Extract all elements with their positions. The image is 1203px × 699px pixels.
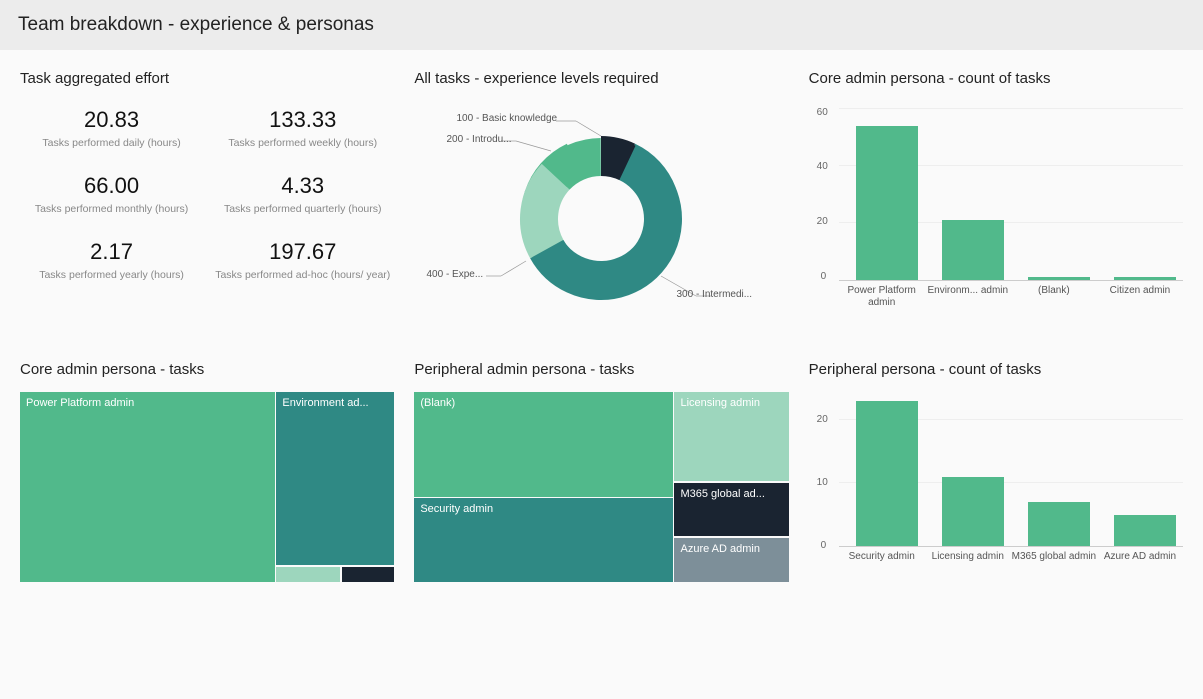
bar-aad[interactable]: [1114, 515, 1176, 546]
bar-security[interactable]: [856, 401, 918, 546]
tree-small-b[interactable]: [342, 567, 394, 582]
tree-label: Azure AD admin: [680, 543, 759, 555]
bar-m365[interactable]: [1028, 502, 1090, 546]
bar-cat: Security admin: [839, 546, 925, 563]
tile-donut-title: All tasks - experience levels required: [414, 70, 788, 87]
metric-yearly: 2.17 Tasks performed yearly (hours): [20, 239, 203, 281]
tile-effort-title: Task aggregated effort: [20, 70, 394, 87]
donut-chart[interactable]: 100 - Basic knowledge 200 - Introdu... 4…: [446, 101, 756, 331]
donut-label-200: 200 - Introdu...: [446, 134, 511, 145]
metric-monthly: 66.00 Tasks performed monthly (hours): [20, 173, 203, 215]
page-title: Team breakdown - experience & personas: [0, 0, 1203, 50]
tile-periph-tree-title: Peripheral admin persona - tasks: [414, 361, 788, 378]
tile-core-tree-title: Core admin persona - tasks: [20, 361, 394, 378]
metric-label: Tasks performed ad-hoc (hours/ year): [211, 269, 394, 281]
tree-small-a[interactable]: [276, 567, 340, 582]
bar-licensing[interactable]: [942, 477, 1004, 546]
y-tick: 0: [821, 540, 827, 551]
bar-cat: Environm... admin: [925, 280, 1011, 297]
donut-label-300: 300 - Intermedi...: [676, 289, 752, 300]
bar-cat: Power Platform admin: [839, 280, 925, 309]
tree-label: (Blank): [420, 397, 455, 409]
tree-sec[interactable]: Security admin: [414, 498, 672, 582]
tree-m365[interactable]: M365 global ad...: [674, 483, 788, 536]
tree-env[interactable]: Environment ad...: [276, 392, 394, 565]
tile-periph-bar-title: Peripheral persona - count of tasks: [809, 361, 1183, 378]
metric-daily: 20.83 Tasks performed daily (hours): [20, 107, 203, 149]
bar-cat: (Blank): [1011, 280, 1097, 297]
metric-label: Tasks performed weekly (hours): [211, 137, 394, 149]
metric-label: Tasks performed yearly (hours): [20, 269, 203, 281]
metric-label: Tasks performed daily (hours): [20, 137, 203, 149]
metric-quarterly: 4.33 Tasks performed quarterly (hours): [211, 173, 394, 215]
tile-core-bar[interactable]: Core admin persona - count of tasks 60 4…: [809, 70, 1183, 331]
bar-environment[interactable]: [942, 220, 1004, 280]
metric-value: 197.67: [211, 239, 394, 265]
tile-donut[interactable]: All tasks - experience levels required: [414, 70, 788, 331]
y-tick: 40: [817, 161, 828, 172]
bar-cat: Licensing admin: [925, 546, 1011, 563]
metric-label: Tasks performed monthly (hours): [20, 203, 203, 215]
tree-label: Licensing admin: [680, 397, 760, 409]
tree-label: Power Platform admin: [26, 397, 134, 409]
y-tick: 20: [817, 414, 828, 425]
dashboard-grid: Task aggregated effort 20.83 Tasks perfo…: [0, 50, 1203, 622]
tree-lic[interactable]: Licensing admin: [674, 392, 788, 481]
bar-plot-area: Power Platform admin Environm... admin (…: [839, 109, 1183, 281]
core-treemap[interactable]: Power Platform admin Environment ad...: [20, 392, 394, 582]
y-tick: 20: [817, 216, 828, 227]
tile-periph-bar[interactable]: Peripheral persona - count of tasks 20 1…: [809, 361, 1183, 602]
metric-adhoc: 197.67 Tasks performed ad-hoc (hours/ ye…: [211, 239, 394, 281]
metrics-grid: 20.83 Tasks performed daily (hours) 133.…: [20, 101, 394, 281]
core-bar-chart[interactable]: 60 40 20 0 Power Platform admin Environm…: [809, 101, 1183, 331]
tile-core-bar-title: Core admin persona - count of tasks: [809, 70, 1183, 87]
metric-value: 2.17: [20, 239, 203, 265]
tile-periph-tree[interactable]: Peripheral admin persona - tasks (Blank)…: [414, 361, 788, 602]
bar-plot-area: Security admin Licensing admin M365 glob…: [839, 400, 1183, 547]
y-tick: 60: [817, 107, 828, 118]
metric-label: Tasks performed quarterly (hours): [211, 203, 394, 215]
tree-ppa[interactable]: Power Platform admin: [20, 392, 275, 582]
tree-label: Security admin: [420, 503, 493, 515]
bar-cat: Citizen admin: [1097, 280, 1183, 297]
bar-cat: Azure AD admin: [1097, 546, 1183, 563]
periph-treemap[interactable]: (Blank) Security admin Licensing admin M…: [414, 392, 788, 582]
bar-cat: M365 global admin: [1011, 546, 1097, 563]
metric-value: 4.33: [211, 173, 394, 199]
y-tick: 10: [817, 477, 828, 488]
donut-label-400: 400 - Expe...: [426, 269, 483, 280]
metric-weekly: 133.33 Tasks performed weekly (hours): [211, 107, 394, 149]
tree-aad[interactable]: Azure AD admin: [674, 538, 788, 582]
metric-value: 20.83: [20, 107, 203, 133]
periph-bar-chart[interactable]: 20 10 0 Security admin Licensing admin M…: [809, 392, 1183, 602]
tile-core-tree[interactable]: Core admin persona - tasks Power Platfor…: [20, 361, 394, 602]
metric-value: 66.00: [20, 173, 203, 199]
y-tick: 0: [821, 271, 827, 282]
donut-label-100: 100 - Basic knowledge: [456, 113, 557, 124]
tree-blank[interactable]: (Blank): [414, 392, 672, 497]
tree-label: M365 global ad...: [680, 488, 764, 500]
tree-label: Environment ad...: [282, 397, 368, 409]
bar-power-platform[interactable]: [856, 126, 918, 280]
metric-value: 133.33: [211, 107, 394, 133]
tile-effort[interactable]: Task aggregated effort 20.83 Tasks perfo…: [20, 70, 394, 331]
